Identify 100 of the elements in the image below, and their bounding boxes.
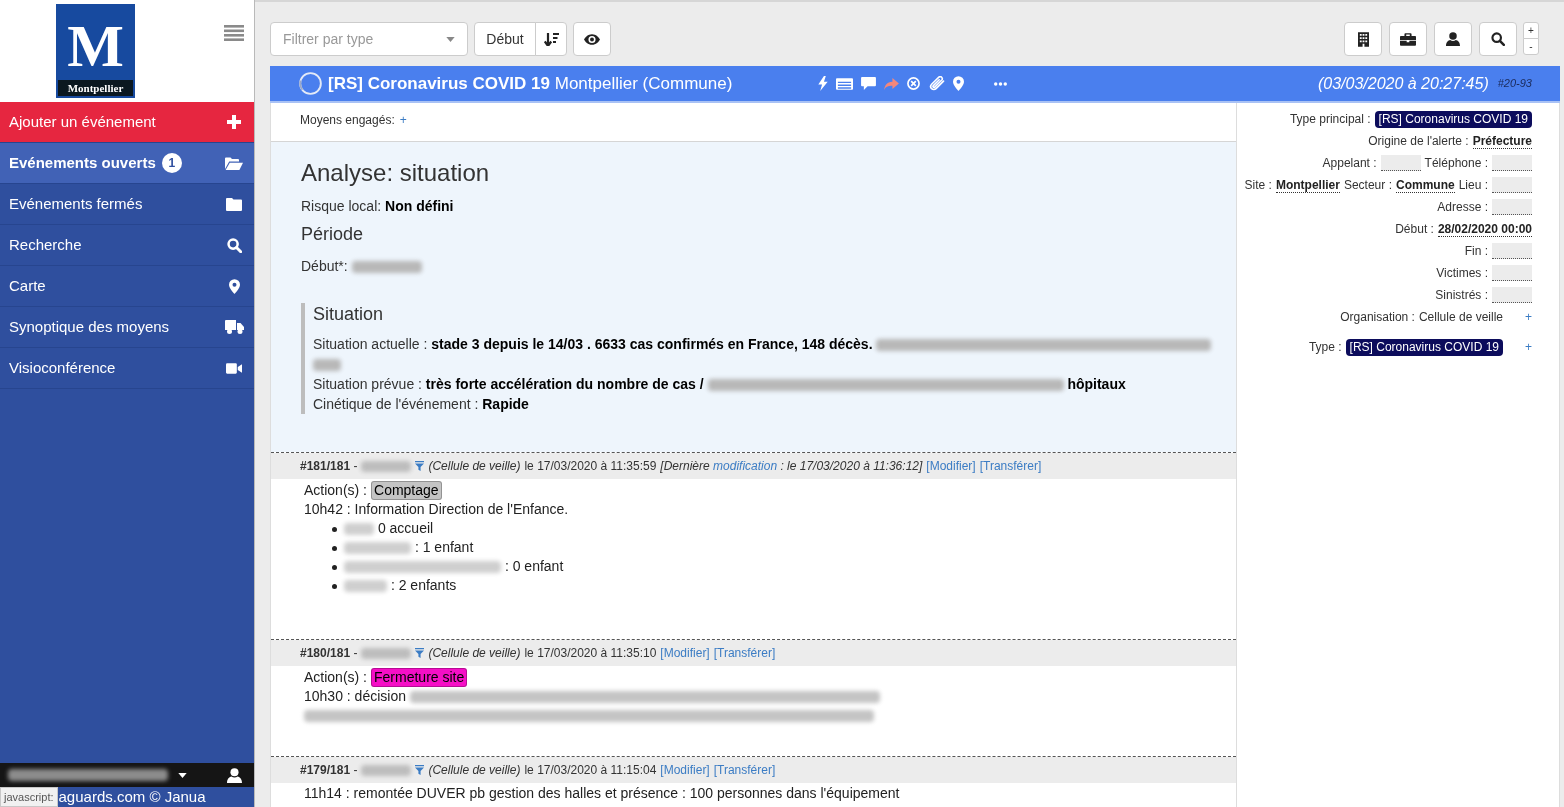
field-label: Action(s) : xyxy=(304,667,367,687)
field-value: Rapide xyxy=(482,396,529,412)
menu-icon[interactable] xyxy=(224,25,244,41)
transfer-link[interactable]: [Transférer] xyxy=(979,457,1042,475)
editable-value[interactable]: Commune xyxy=(1395,177,1455,193)
status-tooltip: javascript: xyxy=(0,787,58,807)
count-badge: 1 xyxy=(161,153,182,173)
field-label: Risque local: xyxy=(301,198,382,214)
empty-value-field[interactable] xyxy=(1492,177,1532,193)
filter-icon[interactable] xyxy=(415,461,425,471)
transfer-link[interactable]: [Transférer] xyxy=(713,761,776,779)
add-link[interactable]: + xyxy=(1525,338,1532,356)
event-date: (03/03/2020 à 20:27:45) xyxy=(1317,73,1489,94)
type-badge: [RS] Coronavirus COVID 19 xyxy=(1374,110,1532,128)
entry-date: le 17/03/2020 à 11:35:10 xyxy=(524,645,657,662)
cell-name: (Cellule de veille) xyxy=(428,645,521,662)
event-title: [RS] Coronavirus COVID 19 Montpellier (Commune) xyxy=(328,72,733,95)
empty-value-field[interactable] xyxy=(1380,155,1421,171)
field-label: Début : xyxy=(1395,221,1434,238)
field-label: Début*: xyxy=(301,258,348,274)
briefcase-button[interactable] xyxy=(1389,22,1427,56)
truck-icon xyxy=(224,320,244,334)
field-label: Téléphone : xyxy=(1424,155,1488,172)
body-text: 11h14 : remontée DUVER pb gestion des halles et présence : 100 personnes dans l'équipement xyxy=(304,785,900,801)
field-label: Fin : xyxy=(1464,243,1488,260)
modification-link[interactable]: modification xyxy=(713,459,778,473)
entry-number: #180/181 - xyxy=(300,645,358,662)
zoom-out-button[interactable]: - xyxy=(1523,38,1539,55)
field-label: Victimes : xyxy=(1436,265,1488,282)
close-circle-icon[interactable] xyxy=(907,77,921,90)
paperclip-icon[interactable] xyxy=(928,76,946,91)
body-text: : 0 enfant xyxy=(504,558,564,574)
field-label: Situation actuelle : xyxy=(313,336,428,352)
resources-label: Moyens engagés: xyxy=(300,112,395,129)
event-reference: #20-93 xyxy=(1497,76,1532,92)
body-text: : 2 enfants xyxy=(390,577,457,593)
more-icon[interactable] xyxy=(994,81,1008,86)
visibility-button[interactable] xyxy=(573,22,611,56)
redacted-text xyxy=(361,460,412,472)
editable-value[interactable]: 28/02/2020 00:00 xyxy=(1437,221,1532,237)
map-marker-icon[interactable] xyxy=(953,76,965,91)
edit-link[interactable]: [Modifier] xyxy=(926,457,976,475)
field-label: Cinétique de l'événement : xyxy=(313,396,479,412)
caret-icon xyxy=(446,36,455,42)
empty-value-field[interactable] xyxy=(1492,155,1532,171)
folder-icon xyxy=(226,197,242,211)
user-icon xyxy=(1446,32,1460,46)
copyright-text: aguards.com © Janua xyxy=(58,787,206,807)
list-card-icon[interactable] xyxy=(836,77,854,90)
user-icon[interactable] xyxy=(227,767,242,783)
filter-icon[interactable] xyxy=(415,765,425,775)
sort-order-button[interactable] xyxy=(535,22,567,56)
add-link[interactable]: + xyxy=(1525,308,1532,326)
building-button[interactable] xyxy=(1344,22,1382,56)
add-resource-link[interactable]: + xyxy=(399,111,407,129)
editable-value[interactable]: Montpellier xyxy=(1275,177,1340,193)
plus-icon xyxy=(227,115,241,129)
edit-link[interactable]: [Modifier] xyxy=(660,644,710,662)
caret-icon[interactable] xyxy=(178,772,187,778)
body-text: 10h42 : Information Direction de l'Enfance. xyxy=(304,501,569,517)
bullet-icon xyxy=(332,583,337,589)
building-icon xyxy=(1357,31,1369,47)
field-label: Type : xyxy=(1308,339,1342,356)
field-label: Secteur : xyxy=(1343,177,1392,194)
empty-value-field[interactable] xyxy=(1492,199,1532,215)
zoom-in-button[interactable]: + xyxy=(1523,22,1539,39)
redacted-text xyxy=(361,764,412,776)
briefcase-icon xyxy=(1400,32,1416,46)
transfer-link[interactable]: [Transférer] xyxy=(713,644,776,662)
add-event-button[interactable]: Ajouter un événement xyxy=(0,102,254,143)
body-text: : 1 enfant xyxy=(414,539,474,555)
empty-value-field[interactable] xyxy=(1492,287,1532,303)
folder-open-icon xyxy=(225,156,243,170)
field-label: Appelant : xyxy=(1322,155,1377,172)
cell-name: (Cellule de veille) xyxy=(428,762,521,779)
video-camera-icon xyxy=(226,362,242,374)
sort-descending-icon xyxy=(543,32,559,46)
lightning-icon[interactable] xyxy=(818,76,829,91)
map-marker-icon xyxy=(228,278,240,294)
sort-field-button[interactable]: Début xyxy=(474,22,536,56)
redacted-text xyxy=(344,542,411,555)
field-value: stade 3 depuis le 14/03 . 6633 cas confirmés en France, 148 décès. xyxy=(431,336,873,352)
entry-date: le 17/03/2020 à 11:35:59 xyxy=(524,458,657,475)
filter-icon[interactable] xyxy=(415,648,425,658)
edit-link[interactable]: [Modifier] xyxy=(660,761,710,779)
empty-value-field[interactable] xyxy=(1492,265,1532,281)
empty-value-field[interactable] xyxy=(1492,243,1532,259)
redacted-text xyxy=(361,647,412,659)
user-button[interactable] xyxy=(1434,22,1472,56)
comment-icon[interactable] xyxy=(861,77,877,90)
search-button[interactable] xyxy=(1479,22,1517,56)
sidebar-item[interactable]: Evénements ouverts 1 xyxy=(0,143,254,184)
field-label: Action(s) : xyxy=(304,480,367,500)
editable-value[interactable]: Préfecture xyxy=(1472,133,1532,149)
field-value: Non défini xyxy=(385,198,454,214)
field-label: Sinistrés : xyxy=(1435,287,1488,304)
entry-number: #179/181 - xyxy=(300,762,358,779)
field-label: Organisation : xyxy=(1340,309,1415,326)
field-label: Adresse : xyxy=(1437,199,1488,216)
redacted-text xyxy=(344,523,374,536)
